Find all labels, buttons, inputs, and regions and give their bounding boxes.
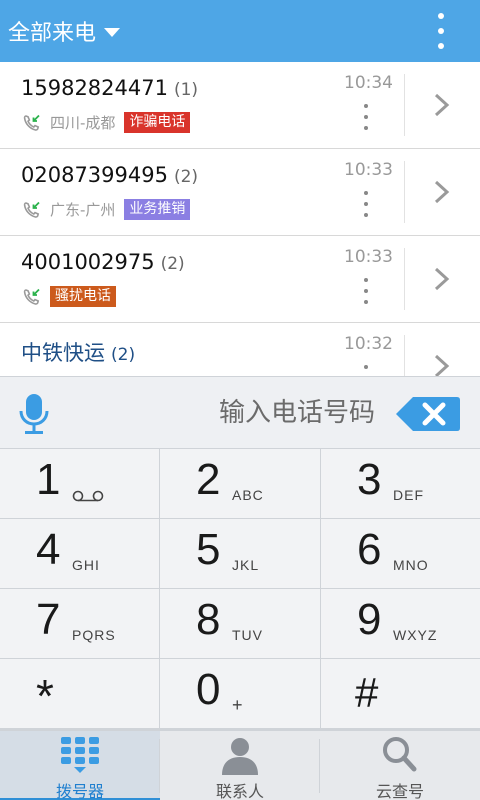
incoming-call-icon bbox=[23, 201, 40, 218]
caller-location: 四川-成都 bbox=[50, 114, 116, 132]
microphone-icon[interactable] bbox=[18, 393, 50, 435]
key-7[interactable]: 7 PQRS bbox=[0, 589, 159, 658]
chevron-down-icon bbox=[104, 27, 121, 37]
row-divider bbox=[404, 248, 405, 310]
key-4[interactable]: 4 GHI bbox=[0, 519, 159, 588]
caller-name: 中铁快运 (2) bbox=[21, 341, 136, 365]
incoming-call-icon bbox=[23, 288, 40, 305]
call-log-row[interactable]: 15982824471 (1) 四川-成都 诈骗电话 10:34 bbox=[0, 62, 480, 149]
row-more-icon[interactable] bbox=[360, 104, 372, 130]
bottom-navigation: 拨号器 联系人 云查号 bbox=[0, 730, 480, 800]
tab-dialer-label: 拨号器 bbox=[55, 782, 104, 800]
key-6[interactable]: 6 MNO bbox=[321, 519, 480, 588]
call-log-list: 15982824471 (1) 四川-成都 诈骗电话 10:34 02087399… bbox=[0, 62, 480, 376]
fraud-tag-badge: 诈骗电话 bbox=[124, 112, 191, 133]
key-8[interactable]: 8 TUV bbox=[160, 589, 320, 658]
overflow-menu-icon[interactable] bbox=[430, 13, 452, 49]
incoming-call-icon bbox=[23, 114, 40, 131]
tab-cloud-lookup[interactable]: 云查号 bbox=[320, 731, 480, 800]
row-divider bbox=[404, 335, 405, 376]
call-time: 10:32 bbox=[344, 334, 393, 354]
row-divider bbox=[404, 161, 405, 223]
backspace-icon[interactable] bbox=[395, 396, 461, 432]
tab-contacts[interactable]: 联系人 bbox=[160, 731, 320, 800]
harassment-tag-badge: 骚扰电话 bbox=[50, 286, 116, 307]
chevron-right-icon[interactable] bbox=[420, 87, 464, 123]
search-icon bbox=[383, 737, 417, 772]
key-star[interactable]: * bbox=[0, 659, 159, 728]
tab-cloud-lookup-label: 云查号 bbox=[375, 782, 424, 800]
call-count: (2) bbox=[173, 167, 199, 187]
top-app-bar: 全部来电 bbox=[0, 0, 480, 62]
page-title: 全部来电 bbox=[8, 21, 97, 46]
key-3[interactable]: 3 DEF bbox=[321, 449, 480, 518]
caller-location: 广东-广州 bbox=[50, 201, 116, 219]
chevron-right-icon[interactable] bbox=[420, 174, 464, 210]
caller-number: 02087399495 (2) bbox=[21, 163, 199, 187]
call-filter-dropdown[interactable]: 全部来电 bbox=[8, 0, 121, 62]
row-divider bbox=[404, 74, 405, 136]
call-count: (1) bbox=[173, 80, 199, 100]
call-time: 10:33 bbox=[344, 160, 393, 180]
call-count: (2) bbox=[111, 345, 136, 365]
call-log-row[interactable]: 02087399495 (2) 广东-广州 业务推销 10:33 bbox=[0, 149, 480, 236]
row-more-icon[interactable] bbox=[360, 365, 372, 376]
key-0[interactable]: 0 + bbox=[160, 659, 320, 728]
key-5[interactable]: 5 JKL bbox=[160, 519, 320, 588]
caller-number: 15982824471 (1) bbox=[21, 76, 199, 100]
call-log-row[interactable]: 中铁快运 (2) 10:32 bbox=[0, 323, 480, 376]
key-hash[interactable]: # bbox=[321, 659, 480, 728]
row-more-icon[interactable] bbox=[360, 278, 372, 304]
row-more-icon[interactable] bbox=[360, 191, 372, 217]
tab-dialer[interactable]: 拨号器 bbox=[0, 731, 160, 800]
chevron-right-icon[interactable] bbox=[420, 348, 464, 376]
key-1[interactable]: 1 bbox=[0, 449, 159, 518]
dialpad: 1 2 ABC 3 DEF 4 GHI 5 JKL 6 MNO 7 PQRS 8 TUV 9W… bbox=[0, 448, 480, 730]
caller-number: 4001002975 (2) bbox=[21, 250, 185, 274]
call-time: 10:34 bbox=[344, 73, 393, 93]
phone-number-input[interactable] bbox=[120, 377, 375, 449]
call-time: 10:33 bbox=[344, 247, 393, 267]
sales-tag-badge: 业务推销 bbox=[124, 199, 191, 220]
dial-input-bar bbox=[0, 376, 480, 449]
voicemail-icon bbox=[72, 490, 104, 502]
contacts-icon bbox=[222, 738, 258, 775]
call-count: (2) bbox=[160, 254, 185, 274]
key-9[interactable]: 9 WXYZ bbox=[321, 589, 480, 658]
chevron-right-icon[interactable] bbox=[420, 261, 464, 297]
dialpad-icon bbox=[61, 737, 99, 773]
key-2[interactable]: 2 ABC bbox=[160, 449, 320, 518]
tab-contacts-label: 联系人 bbox=[215, 782, 264, 800]
call-log-row[interactable]: 4001002975 (2) 骚扰电话 10:33 bbox=[0, 236, 480, 323]
